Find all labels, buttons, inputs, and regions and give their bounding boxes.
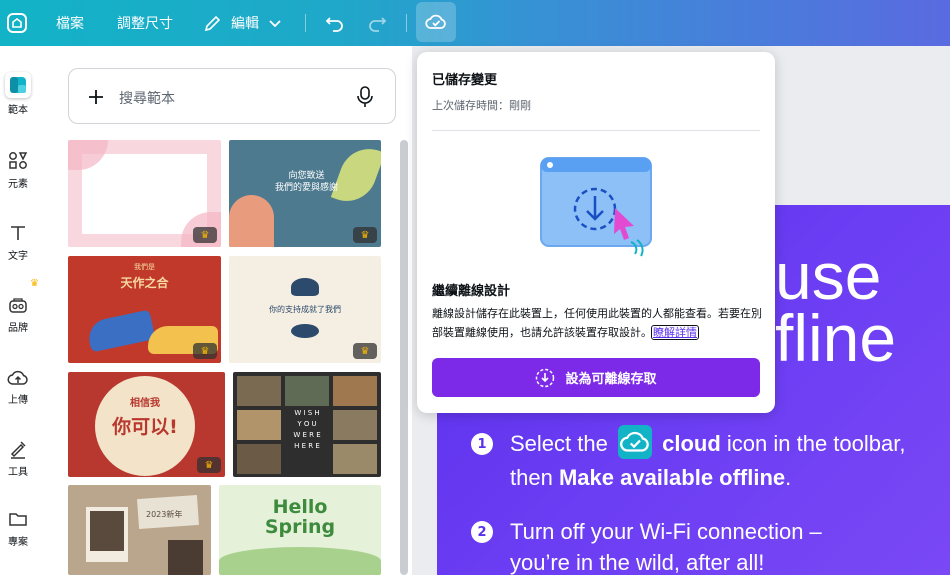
step-number: 1: [471, 433, 493, 455]
step-2-text: Turn off your Wi-Fi connection – you’re …: [510, 516, 950, 575]
undo-button[interactable]: [324, 0, 346, 46]
panel-scrollbar[interactable]: [400, 140, 408, 575]
template-card-text: 2023新年: [146, 510, 183, 519]
tools-icon: [7, 438, 29, 460]
last-saved-text: 上次儲存時間：剛剛: [432, 99, 531, 112]
make-available-offline-button[interactable]: 設為可離線存取: [432, 358, 760, 397]
rail-item-elements[interactable]: 元素: [0, 150, 36, 190]
slide-heading-line1: use: [775, 239, 882, 313]
template-card-text: 你的支持成就了我們: [269, 305, 341, 314]
upload-icon: [7, 366, 29, 388]
template-card-small-text: 相信我: [130, 398, 160, 409]
crown-icon: ♛: [193, 227, 217, 243]
elements-icon: [7, 150, 29, 172]
popover-title: 已儲存變更: [432, 73, 498, 88]
pencil-icon: [204, 15, 221, 32]
template-card[interactable]: 向您致送 我們的愛與感謝 ♛: [229, 140, 381, 247]
make-available-offline-label: 設為可離線存取: [565, 372, 657, 387]
toolbar-divider: [406, 14, 407, 32]
cloud-check-icon: [425, 14, 446, 29]
redo-button[interactable]: [366, 0, 388, 46]
template-card[interactable]: W I S H Y O U W E R E H E R E: [233, 372, 381, 477]
learn-more-link[interactable]: 瞭解詳情: [651, 325, 699, 340]
microphone-icon[interactable]: [357, 86, 373, 108]
crown-icon: ♛: [197, 457, 221, 473]
plus-icon: [89, 90, 103, 104]
redo-icon: [369, 17, 387, 32]
template-card[interactable]: 我們是 天作之合 ♛: [68, 256, 221, 363]
rail-item-text[interactable]: 文字: [0, 222, 36, 262]
rail-item-templates[interactable]: 範本: [0, 72, 36, 116]
rail-item-uploads[interactable]: 上傳: [0, 366, 36, 406]
crown-icon: ♛: [30, 278, 39, 289]
rail-item-tools[interactable]: 工具: [0, 438, 36, 478]
rail-label: 工具: [8, 467, 28, 478]
cloud-save-button[interactable]: [416, 2, 456, 42]
template-card[interactable]: Hello Spring: [219, 485, 381, 575]
template-card-text: 天作之合: [120, 276, 169, 290]
inline-cloud-icon: [617, 425, 652, 460]
step-text-segment: .: [785, 465, 792, 491]
resize-menu[interactable]: 調整尺寸: [117, 0, 173, 46]
rail-label: 文字: [8, 251, 28, 262]
template-card[interactable]: 你的支持成就了我們 ♛: [229, 256, 381, 363]
popover-divider: [432, 130, 760, 131]
crown-icon: ♛: [193, 343, 217, 359]
step-1-text: Select the cloud icon in the toolbar, th…: [510, 425, 950, 493]
template-card-text: Hello Spring: [264, 496, 336, 538]
offline-heading: 繼續離線設計: [432, 284, 511, 299]
home-icon: [7, 13, 27, 33]
rail-label: 範本: [8, 105, 28, 116]
step-text-bold: cloud: [662, 431, 721, 456]
template-card-text: 你可以!: [112, 416, 178, 438]
side-rail: 範本 元素 文字 品牌 ♛ 上傳 工具 專案: [0, 46, 39, 575]
rail-item-projects[interactable]: 專案: [0, 508, 36, 548]
rail-label: 上傳: [8, 395, 28, 406]
rail-item-brand[interactable]: 品牌: [0, 294, 36, 334]
rail-label: 元素: [8, 179, 28, 190]
offline-description: 離線設計儲存在此裝置上，任何使用此裝置的人都能查看。若要在別部裝置離線使用，也請…: [432, 304, 762, 342]
step-text-line: you’re in the wild, after all!: [510, 550, 765, 575]
template-card-text: 向您致送 我們的愛與感謝: [274, 171, 338, 193]
template-icon: [5, 72, 31, 98]
template-search-box[interactable]: 搜尋範本: [68, 68, 396, 124]
crown-icon: ♛: [353, 227, 377, 243]
slide-heading-line2: fline: [775, 301, 897, 375]
rail-label: 品牌: [8, 323, 28, 334]
rail-label: 專案: [8, 537, 28, 548]
file-menu[interactable]: 檔案: [56, 0, 84, 46]
template-card[interactable]: 相信我 你可以! ♛: [68, 372, 225, 477]
undo-icon: [325, 17, 343, 32]
offline-description-text: 離線設計儲存在此裝置上，任何使用此裝置的人都能查看。若要在別部裝置離線使用，也請…: [432, 307, 762, 339]
home-button[interactable]: [5, 0, 29, 46]
template-card[interactable]: ♛: [68, 140, 221, 247]
step-number: 2: [471, 521, 493, 543]
template-card-text: W I S H Y O U W E R E H E R E: [293, 409, 321, 450]
step-text-bold: Make available offline: [558, 465, 786, 491]
projects-icon: [7, 508, 29, 530]
edit-menu-label: 編輯: [231, 16, 259, 32]
chevron-down-icon: [269, 20, 281, 28]
search-input[interactable]: 搜尋範本: [119, 88, 175, 108]
text-icon: [7, 222, 29, 244]
edit-menu[interactable]: 編輯: [203, 0, 283, 46]
file-menu-label: 檔案: [56, 16, 84, 32]
template-card[interactable]: 2023新年: [68, 485, 211, 575]
step-text-segment: Select the: [510, 431, 608, 456]
resize-menu-label: 調整尺寸: [117, 16, 173, 32]
top-toolbar: 檔案 調整尺寸 編輯: [0, 0, 950, 46]
toolbar-divider: [305, 14, 306, 32]
brand-icon: [7, 294, 29, 316]
step-text-line: Turn off your Wi-Fi connection –: [510, 519, 822, 544]
offline-illustration: [539, 156, 659, 260]
offline-download-icon: [536, 368, 555, 387]
save-status-popover: 已儲存變更 上次儲存時間：剛剛 繼續離線設計 離線設計儲存在此裝置上，任何使用此…: [417, 52, 775, 413]
crown-icon: ♛: [353, 343, 377, 359]
template-card-small-text: 我們是: [134, 263, 155, 271]
